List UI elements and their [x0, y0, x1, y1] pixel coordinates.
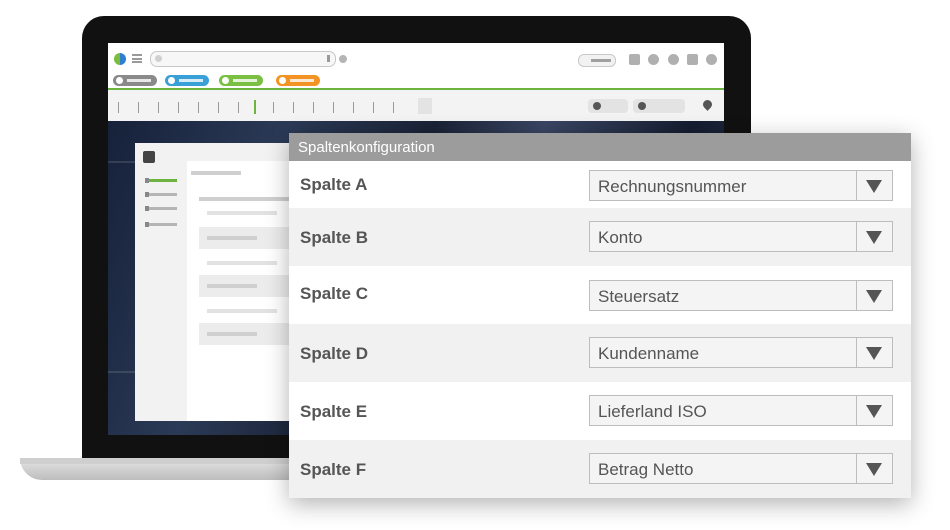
- location-pin-icon[interactable]: [701, 98, 714, 111]
- triangle-down-icon[interactable]: [866, 405, 882, 418]
- ruler-tick: [313, 102, 314, 113]
- column-label: Spalte E: [300, 402, 368, 421]
- content-bar: [207, 211, 277, 215]
- toolbar-icon-3[interactable]: [668, 54, 679, 65]
- search-input[interactable]: [150, 51, 336, 67]
- config-row-e: Spalte E Lieferland ISO: [289, 382, 911, 440]
- column-b-select[interactable]: Konto: [589, 221, 893, 252]
- toolbar-icon-4[interactable]: [687, 54, 698, 65]
- filter-chip-gray[interactable]: [113, 75, 157, 86]
- ruler-toggle-1[interactable]: [588, 99, 628, 113]
- column-label: Spalte B: [300, 228, 369, 247]
- column-f-select[interactable]: Betrag Netto: [589, 453, 893, 484]
- column-c-select[interactable]: Steuersatz: [589, 280, 893, 311]
- content-bar: [207, 261, 277, 265]
- config-row-d: Spalte D Kundenname: [289, 324, 911, 382]
- content-title-bar: [191, 171, 241, 175]
- select-divider: [856, 338, 857, 367]
- ruler-tick-active: [254, 100, 256, 114]
- column-e-select[interactable]: Lieferland ISO: [589, 395, 893, 426]
- toolbar-icon-1[interactable]: [629, 54, 640, 65]
- column-a-select[interactable]: Rechnungsnummer: [589, 170, 893, 201]
- filter-chip-orange[interactable]: [276, 75, 320, 86]
- toolbar-icon-2[interactable]: [648, 54, 659, 65]
- sidebar-item[interactable]: [145, 206, 177, 211]
- ruler-tick: [138, 102, 139, 113]
- select-value: Lieferland ISO: [598, 402, 707, 421]
- select-divider: [856, 171, 857, 200]
- column-config-dialog: Spaltenkonfiguration Spalte A Rechnungsn…: [289, 133, 911, 498]
- ruler-toggle-2[interactable]: [633, 99, 685, 113]
- ruler-tick: [118, 102, 119, 113]
- config-row-c: Spalte C Steuersatz: [289, 266, 911, 324]
- ruler-tick: [238, 102, 239, 113]
- content-bar: [207, 309, 277, 313]
- ruler-tick: [218, 102, 219, 113]
- triangle-down-icon[interactable]: [866, 347, 882, 360]
- column-label: Spalte C: [300, 284, 369, 303]
- triangle-down-icon[interactable]: [866, 231, 882, 244]
- window-icon: [143, 151, 155, 163]
- filter-chip-green[interactable]: [219, 75, 263, 86]
- select-divider: [856, 222, 857, 251]
- hamburger-icon[interactable]: [132, 54, 142, 63]
- config-row-f: Spalte F Betrag Netto: [289, 440, 911, 498]
- app-toolbar: [108, 43, 724, 121]
- select-value: Steuersatz: [598, 287, 680, 306]
- toolbar-icon-5[interactable]: [706, 54, 717, 65]
- column-label: Spalte D: [300, 344, 369, 363]
- sidebar-item[interactable]: [145, 192, 177, 197]
- select-value: Betrag Netto: [598, 460, 694, 479]
- ruler-tick: [293, 102, 294, 113]
- config-row-b: Spalte B Konto: [289, 208, 911, 266]
- ruler-tick: [353, 102, 354, 113]
- ruler-tick: [273, 102, 274, 113]
- column-d-select[interactable]: Kundenname: [589, 337, 893, 368]
- select-divider: [856, 281, 857, 310]
- triangle-down-icon[interactable]: [866, 180, 882, 193]
- user-pill[interactable]: [578, 54, 616, 67]
- ruler-tick: [333, 102, 334, 113]
- sidebar-item-active[interactable]: [145, 178, 177, 183]
- triangle-down-icon[interactable]: [866, 463, 882, 476]
- app-logo-icon: [114, 53, 126, 65]
- filter-chip-blue[interactable]: [165, 75, 209, 86]
- timeline-ruler[interactable]: [108, 90, 724, 121]
- ruler-tick: [373, 102, 374, 113]
- select-value: Konto: [598, 228, 643, 247]
- ruler-button[interactable]: [418, 98, 432, 114]
- sidebar-item[interactable]: [145, 222, 177, 227]
- column-label: Spalte F: [300, 460, 367, 479]
- select-value: Rechnungsnummer: [598, 177, 747, 196]
- select-divider: [856, 396, 857, 425]
- select-value: Kundenname: [598, 344, 700, 363]
- select-divider: [856, 454, 857, 483]
- ruler-tick: [198, 102, 199, 113]
- triangle-down-icon[interactable]: [866, 290, 882, 303]
- ruler-tick: [158, 102, 159, 113]
- dialog-title: Spaltenkonfiguration: [289, 133, 911, 161]
- column-label: Spalte A: [300, 175, 368, 194]
- status-dot-icon: [339, 55, 347, 63]
- ruler-tick: [393, 102, 394, 113]
- ruler-tick: [178, 102, 179, 113]
